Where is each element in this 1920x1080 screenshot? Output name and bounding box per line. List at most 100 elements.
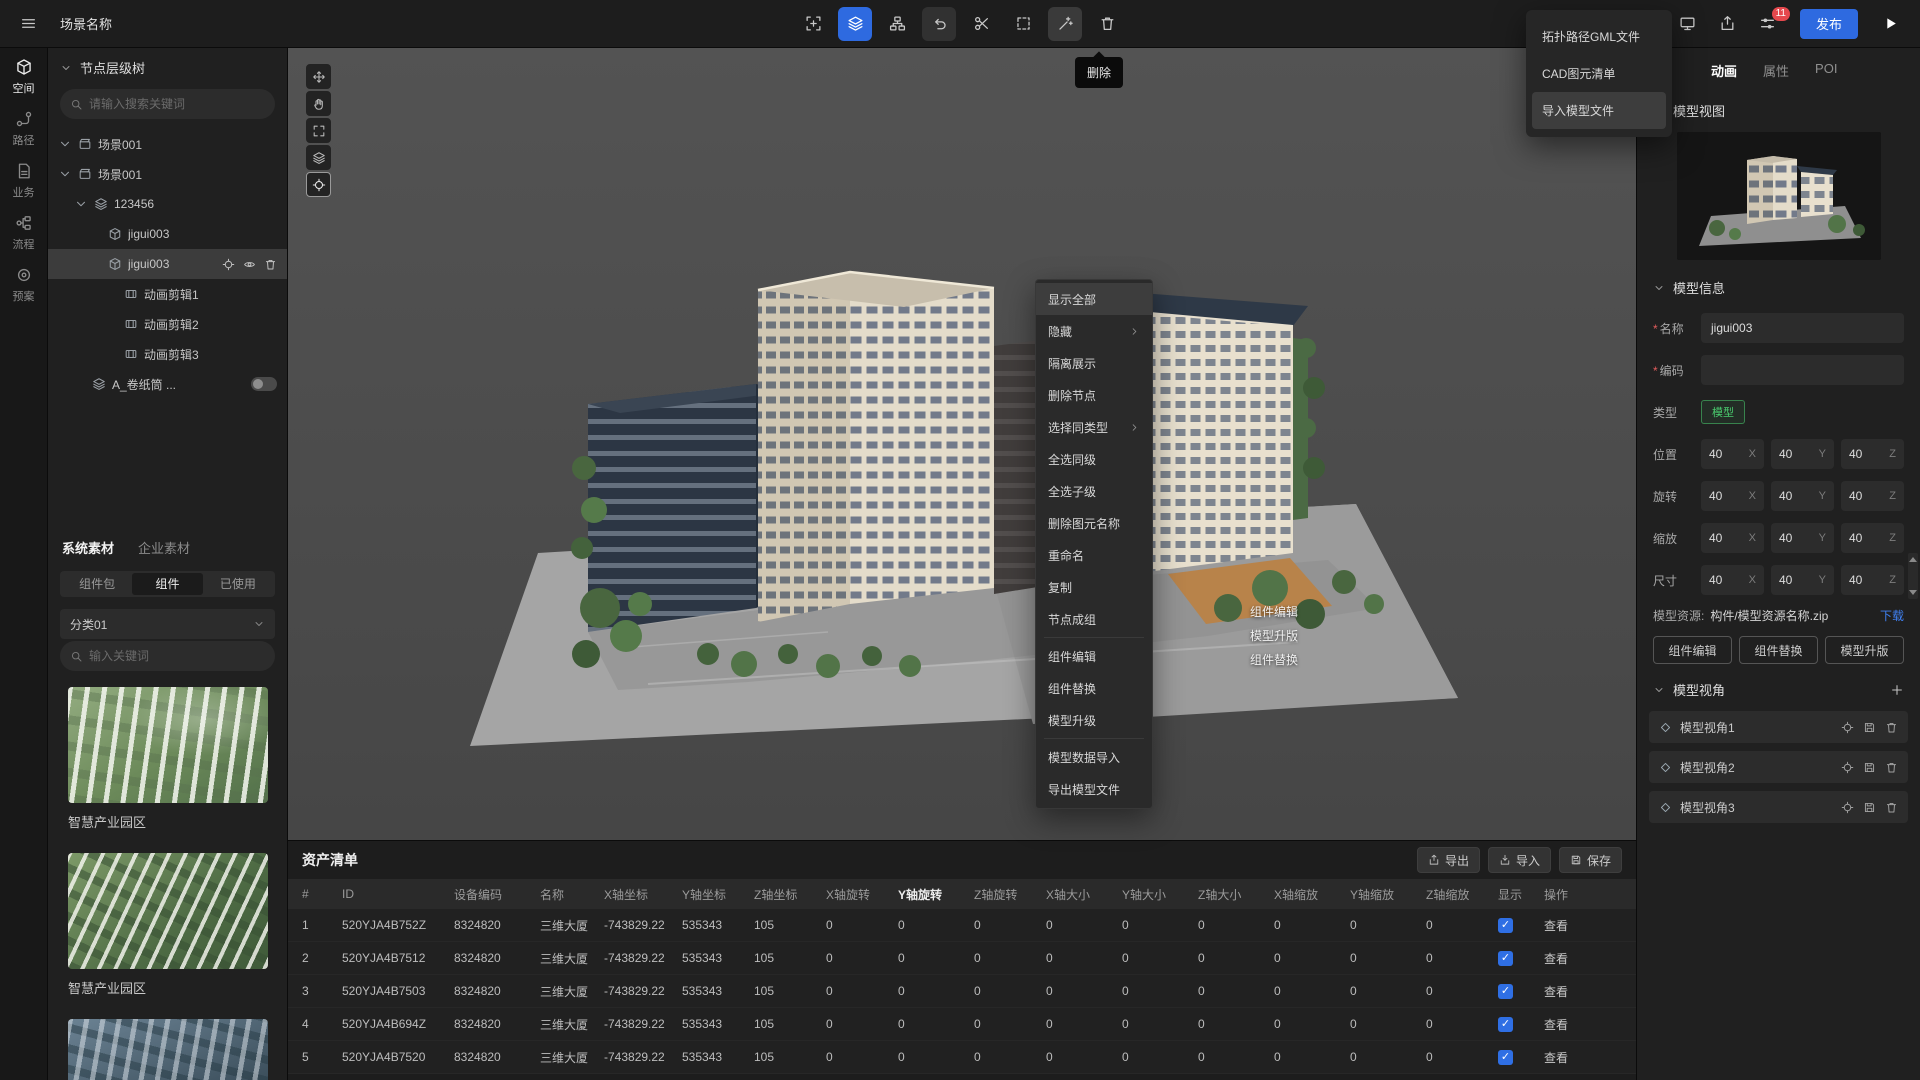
select-area-tool[interactable] (1006, 7, 1040, 41)
material-card[interactable] (68, 1019, 267, 1080)
locate-button[interactable] (1841, 721, 1854, 734)
keyword-search[interactable] (60, 641, 275, 671)
viewport[interactable]: 组件编辑模型升版组件替换 (288, 48, 1636, 840)
locate-tool[interactable] (306, 172, 331, 197)
axis-input[interactable]: 40Z (1841, 565, 1904, 595)
tree-node[interactable]: 场景001 (48, 129, 287, 159)
layers-tool[interactable] (306, 145, 331, 170)
save-button[interactable] (1863, 761, 1876, 774)
eye-icon[interactable] (243, 258, 256, 271)
hand-tool[interactable] (306, 91, 331, 116)
trash-button[interactable] (1885, 721, 1898, 734)
axis-input[interactable]: 40Y (1771, 565, 1834, 595)
tree-node[interactable]: jigui003 (48, 249, 287, 279)
context-menu-item[interactable]: 模型数据导入 (1036, 741, 1152, 773)
axis-input[interactable]: 40Z (1841, 481, 1904, 511)
add-view-button[interactable] (1890, 683, 1904, 697)
locate-icon[interactable] (222, 258, 235, 271)
dropdown-menu-item[interactable]: CAD图元清单 (1532, 55, 1666, 92)
model-upgrade-button[interactable]: 模型升版 (1825, 636, 1904, 664)
model-views-header[interactable]: 模型视角 (1637, 668, 1920, 711)
segment-component[interactable]: 组件 (132, 573, 202, 595)
trash-button[interactable] (1885, 801, 1898, 814)
context-menu-item[interactable]: 删除图元名称 (1036, 507, 1152, 539)
view-action-link[interactable]: 查看 (1544, 1018, 1568, 1032)
code-input[interactable] (1701, 355, 1904, 385)
tree-node[interactable]: 123456 (48, 189, 287, 219)
rail-item-route[interactable]: 路径 (1, 110, 47, 148)
axis-input[interactable]: 40Y (1771, 523, 1834, 553)
view-angle-item[interactable]: 模型视角1 (1649, 711, 1908, 743)
axis-input[interactable]: 40Y (1771, 481, 1834, 511)
segment-component-pack[interactable]: 组件包 (62, 573, 132, 595)
settings-button[interactable]: 11 (1752, 8, 1784, 40)
move-tool[interactable] (306, 64, 331, 89)
view-angle-item[interactable]: 模型视角3 (1649, 791, 1908, 823)
context-menu-item[interactable]: 删除节点 (1036, 379, 1152, 411)
tree-search[interactable] (60, 89, 275, 119)
export-button[interactable]: 导出 (1417, 847, 1480, 873)
tab-animation[interactable]: 动画 (1711, 61, 1737, 80)
visibility-checkbox[interactable]: ✓ (1498, 1050, 1513, 1065)
tab-poi[interactable]: POI (1815, 61, 1837, 80)
trash-button[interactable] (1885, 761, 1898, 774)
name-input[interactable]: jigui003 (1701, 313, 1904, 343)
3d-scene[interactable] (288, 48, 1636, 840)
tree-node[interactable]: jigui003 (48, 219, 287, 249)
axis-input[interactable]: 40Z (1841, 523, 1904, 553)
view-action-link[interactable]: 查看 (1544, 1051, 1568, 1065)
model-info-header[interactable]: 模型信息 (1637, 266, 1920, 309)
effects-tool[interactable] (1048, 7, 1082, 41)
view-action-link[interactable]: 查看 (1544, 985, 1568, 999)
layers-tool[interactable] (838, 7, 872, 41)
context-menu-item[interactable]: 选择同类型 (1036, 411, 1152, 443)
axis-input[interactable]: 40Y (1771, 439, 1834, 469)
overlay-menu-item[interactable]: 组件替换 (1188, 648, 1298, 672)
context-menu-item[interactable]: 导出模型文件 (1036, 773, 1152, 805)
rail-item-cube[interactable]: 空间 (1, 58, 47, 96)
expand-tool[interactable] (306, 118, 331, 143)
keyword-search-input[interactable] (89, 649, 265, 663)
axis-input[interactable]: 40Z (1841, 439, 1904, 469)
axis-input[interactable]: 40X (1701, 481, 1764, 511)
material-card[interactable]: 智慧产业园区 (68, 853, 267, 997)
axis-input[interactable]: 40X (1701, 523, 1764, 553)
scroll-down-arrow[interactable] (1909, 590, 1917, 595)
dropdown-menu-item[interactable]: 拓扑路径GML文件 (1532, 18, 1666, 55)
context-menu-item[interactable]: 全选子级 (1036, 475, 1152, 507)
material-card[interactable]: 智慧产业园区 (68, 687, 267, 831)
cut-tool[interactable] (964, 7, 998, 41)
visibility-toggle[interactable] (251, 377, 277, 391)
tab-system-material[interactable]: 系统素材 (62, 538, 114, 557)
locate-button[interactable] (1841, 801, 1854, 814)
locate-button[interactable] (1841, 761, 1854, 774)
tree-node[interactable]: 动画剪辑3 (48, 339, 287, 369)
context-menu-item[interactable]: 显示全部 (1036, 283, 1152, 315)
overlay-menu-item[interactable]: 模型升版 (1188, 624, 1298, 648)
rail-item-flow[interactable]: 流程 (1, 214, 47, 252)
view-action-link[interactable]: 查看 (1544, 952, 1568, 966)
visibility-checkbox[interactable]: ✓ (1498, 918, 1513, 933)
save-button[interactable] (1863, 801, 1876, 814)
trash-icon[interactable] (264, 258, 277, 271)
visibility-checkbox[interactable]: ✓ (1498, 1017, 1513, 1032)
context-menu-item[interactable]: 复制 (1036, 571, 1152, 603)
tree-search-input[interactable] (89, 97, 265, 111)
save-button[interactable] (1863, 721, 1876, 734)
dropdown-menu-item[interactable]: 导入模型文件 (1532, 92, 1666, 129)
import-button[interactable]: 导入 (1488, 847, 1551, 873)
category-select[interactable]: 分类01 (60, 609, 275, 639)
component-replace-button[interactable]: 组件替换 (1739, 636, 1818, 664)
delete-tool[interactable] (1090, 7, 1124, 41)
view-action-link[interactable]: 查看 (1544, 919, 1568, 933)
visibility-checkbox[interactable]: ✓ (1498, 951, 1513, 966)
component-edit-button[interactable]: 组件编辑 (1653, 636, 1732, 664)
share-button[interactable] (1712, 8, 1744, 40)
context-menu-item[interactable]: 组件替换 (1036, 672, 1152, 704)
overlay-menu-item[interactable]: 组件编辑 (1188, 600, 1298, 624)
save-button[interactable]: 保存 (1559, 847, 1622, 873)
structure-tool[interactable] (880, 7, 914, 41)
add-node-tool[interactable] (796, 7, 830, 41)
tree-node[interactable]: 动画剪辑1 (48, 279, 287, 309)
scroll-up-arrow[interactable] (1909, 557, 1917, 562)
